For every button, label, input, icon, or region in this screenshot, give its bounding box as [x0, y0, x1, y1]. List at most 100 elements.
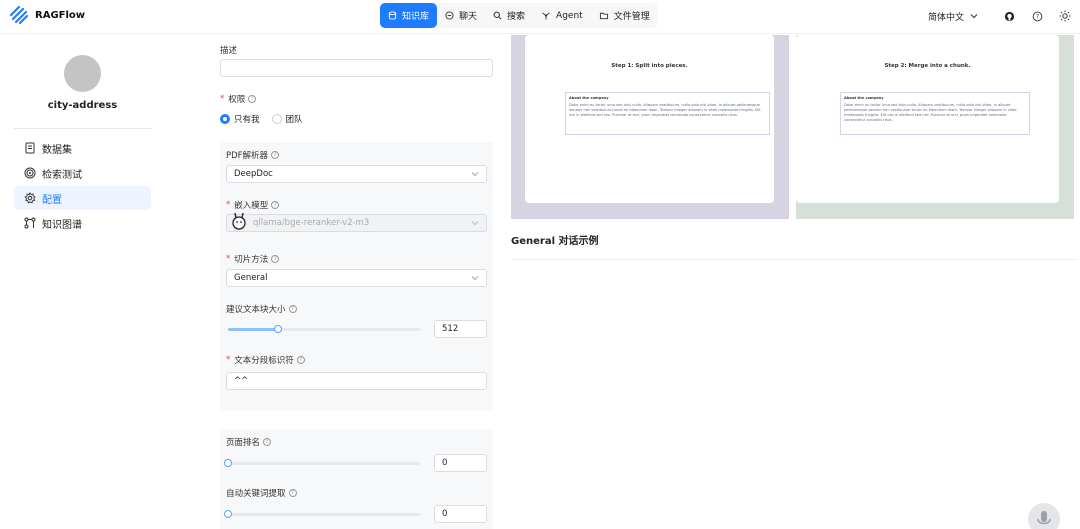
chunk-size-label-text: 建议文本块大小: [226, 305, 286, 315]
auto-keywords-slider[interactable]: [224, 509, 420, 518]
delimiter-label-text: 文本分段标识符: [234, 356, 294, 366]
app-window: RAGFlow 知识库 聊天 搜索 Agent 文件管理 简体中文 ? city…: [0, 0, 1080, 529]
delimiter-input[interactable]: ^^: [226, 372, 487, 390]
nav-label: 文件管理: [613, 12, 650, 22]
slider-handle[interactable]: [224, 458, 232, 467]
nav-search[interactable]: 搜索: [485, 3, 533, 28]
help-icon[interactable]: ?: [271, 151, 280, 159]
pdf-parser-select[interactable]: DeepDoc: [226, 165, 487, 183]
sidebar-menu: 数据集 检索测试 配置 知识图谱: [14, 136, 151, 236]
nav-chat[interactable]: 聊天: [437, 3, 485, 28]
auto-keywords-label-text: 自动关键词提取: [226, 489, 286, 499]
slider-handle[interactable]: [224, 509, 232, 518]
sidebar-item-retrieval-test[interactable]: 检索测试: [14, 161, 151, 185]
sidebar-item-dataset[interactable]: 数据集: [14, 136, 151, 160]
app-logo[interactable]: RAGFlow: [9, 5, 85, 25]
sidebar-item-knowledge-graph[interactable]: 知识图谱: [14, 211, 151, 235]
company-text: Dolor enim eu tortor urna sed duis nulla…: [844, 103, 1017, 122]
help-icon[interactable]: ?: [263, 438, 272, 446]
database-icon: [388, 11, 397, 20]
chunk-method-label: * 切片方法 ?: [226, 253, 280, 265]
pdf-parser-label: PDF解析器 ?: [226, 149, 280, 161]
retrieval-test-icon: [24, 167, 36, 179]
required-marker: *: [226, 254, 231, 264]
top-header: RAGFlow 知识库 聊天 搜索 Agent 文件管理 简体中文 ?: [0, 0, 1080, 34]
required-marker: *: [226, 200, 231, 210]
chunk-size-slider-row: 512: [228, 320, 493, 338]
example-section-title: General 对话示例: [511, 236, 599, 247]
required-marker: *: [226, 355, 231, 365]
help-icon[interactable]: ?: [1028, 7, 1046, 25]
company-snippet: About the company Dolor enim eu tortor u…: [840, 92, 1030, 135]
chunk-size-slider[interactable]: [228, 324, 420, 333]
permission-label: * 权限 ?: [220, 93, 257, 105]
delimiter-label: * 文本分段标识符 ?: [226, 354, 305, 366]
help-icon[interactable]: ?: [288, 305, 297, 313]
nav-file-management[interactable]: 文件管理: [591, 3, 658, 28]
slider-handle[interactable]: [273, 324, 282, 333]
auto-keywords-label: 自动关键词提取 ?: [226, 487, 297, 499]
header-actions: 简体中文 ?: [928, 6, 1074, 26]
company-title: About the company: [844, 96, 884, 100]
ragflow-logo-icon: [9, 5, 29, 25]
company-text: Dolor enim eu tortor urna sed duis nulla…: [569, 103, 761, 117]
svg-text:?: ?: [1035, 13, 1038, 20]
auto-keywords-input[interactable]: 0: [434, 505, 487, 523]
page-rank-slider-row: 0: [224, 454, 493, 472]
embedding-label-text: 嵌入模型: [234, 201, 269, 211]
company-title: About the company: [569, 96, 609, 100]
sidebar-item-label: 数据集: [42, 144, 72, 156]
knowledge-graph-icon: [24, 217, 36, 229]
chunk-size-label: 建议文本块大小 ?: [226, 303, 297, 315]
preview-card: Step 2: Merge into a chunk. About the co…: [796, 35, 1059, 203]
chunk-size-input[interactable]: 512: [434, 320, 487, 338]
help-icon[interactable]: ?: [296, 356, 305, 364]
step1-title: Step 1: Split into pieces.: [611, 63, 688, 69]
pdf-parser-label-text: PDF解析器: [226, 151, 269, 161]
chat-icon: [445, 11, 454, 20]
language-selector[interactable]: 简体中文: [928, 10, 978, 23]
page-rank-input[interactable]: 0: [434, 454, 487, 472]
nav-label: 聊天: [459, 12, 478, 22]
github-icon[interactable]: [1000, 7, 1018, 25]
sidebar-item-label: 知识图谱: [42, 219, 82, 231]
chunk-preview-step2: Step 2: Merge into a chunk. About the co…: [796, 35, 1074, 219]
chunk-method-select[interactable]: General: [226, 269, 487, 287]
app-name: RAGFlow: [35, 9, 86, 21]
nav-knowledge-base[interactable]: 知识库: [380, 3, 438, 28]
description-input[interactable]: [220, 59, 493, 77]
nav-agent[interactable]: Agent: [533, 3, 591, 28]
sidebar: city-address 数据集 检索测试 配置 知识图谱: [0, 35, 165, 529]
help-icon[interactable]: ?: [271, 201, 280, 209]
preview-card: Step 1: Split into pieces. About the com…: [525, 35, 774, 203]
chevron-down-icon: [970, 14, 978, 19]
page-rank-label: 页面排名 ?: [226, 436, 272, 448]
description-label-text: 描述: [220, 46, 238, 56]
nav-label: Agent: [556, 10, 583, 21]
permission-label-text: 权限: [228, 95, 246, 105]
chevron-down-icon: [471, 221, 479, 226]
kb-avatar: [64, 55, 101, 92]
radio-team-label: 团队: [285, 115, 303, 125]
floating-mic-button[interactable]: [1028, 503, 1060, 529]
radio-only-me[interactable]: [220, 114, 230, 124]
sidebar-item-config[interactable]: 配置: [14, 186, 151, 210]
page-rank-label-text: 页面排名: [226, 438, 261, 448]
chevron-down-icon: [471, 172, 479, 177]
chunk-preview-step1: Step 1: Split into pieces. About the com…: [511, 35, 789, 219]
kb-name: city-address: [47, 100, 118, 111]
sidebar-item-label: 配置: [42, 194, 62, 206]
help-icon[interactable]: ?: [271, 255, 280, 263]
folder-icon: [599, 12, 608, 20]
chunk-method-label-text: 切片方法: [234, 255, 269, 265]
step2-title: Step 2: Merge into a chunk.: [884, 63, 971, 69]
radio-team[interactable]: [271, 114, 282, 124]
theme-toggle-sun-icon[interactable]: [1056, 7, 1074, 25]
parser-settings-panel: PDF解析器 ? DeepDoc * 嵌入模型 ? qllama/bge-rer…: [220, 142, 493, 411]
slider-fill: [228, 327, 278, 331]
page-rank-slider[interactable]: [224, 458, 420, 467]
help-icon[interactable]: ?: [248, 95, 257, 103]
search-icon: [493, 11, 502, 20]
help-icon[interactable]: ?: [288, 489, 297, 497]
microphone-icon: [1037, 511, 1051, 525]
